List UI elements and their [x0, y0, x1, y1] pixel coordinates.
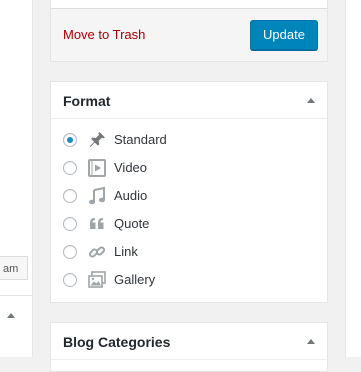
radio-standard[interactable]	[63, 133, 77, 147]
radio-quote[interactable]	[63, 217, 77, 231]
format-option-video[interactable]: Video	[51, 154, 327, 182]
format-options-list: Standard Video Audio Quote Link Gallery	[51, 126, 327, 294]
format-label-quote: Quote	[114, 216, 150, 231]
link-icon	[87, 242, 107, 262]
left-toggle-arrow-icon[interactable]	[7, 313, 15, 318]
publish-panel: Move to Trash Update	[50, 0, 328, 62]
left-column: am	[0, 0, 33, 357]
publish-panel-top	[51, 0, 327, 9]
update-button[interactable]: Update	[250, 20, 318, 50]
format-label-standard: Standard	[114, 132, 167, 147]
format-option-standard[interactable]: Standard	[51, 126, 327, 154]
left-fragment-button[interactable]: am	[0, 256, 28, 280]
format-panel: Format Standard Video Audio Quote Link G…	[50, 81, 328, 303]
format-label-gallery: Gallery	[114, 272, 156, 287]
move-to-trash-link[interactable]: Move to Trash	[63, 27, 145, 43]
radio-link[interactable]	[63, 245, 77, 259]
collapse-arrow-icon[interactable]	[307, 98, 315, 103]
format-option-gallery[interactable]: Gallery	[51, 266, 327, 294]
video-icon	[87, 158, 107, 178]
format-panel-header[interactable]: Format	[51, 82, 327, 119]
left-divider	[0, 295, 32, 296]
quote-icon	[87, 214, 107, 234]
format-option-link[interactable]: Link	[51, 238, 327, 266]
radio-audio[interactable]	[63, 189, 77, 203]
collapse-arrow-icon[interactable]	[307, 339, 315, 344]
format-label-video: Video	[114, 160, 148, 175]
radio-video[interactable]	[63, 161, 77, 175]
format-panel-title: Format	[63, 93, 111, 109]
format-option-audio[interactable]: Audio	[51, 182, 327, 210]
audio-icon	[87, 186, 107, 206]
format-label-link: Link	[114, 244, 138, 259]
blog-categories-panel: Blog Categories	[50, 322, 328, 372]
pin-icon	[87, 130, 107, 150]
right-edge-column	[345, 0, 361, 357]
radio-gallery[interactable]	[63, 273, 77, 287]
format-option-quote[interactable]: Quote	[51, 210, 327, 238]
blog-categories-title: Blog Categories	[63, 334, 171, 350]
gallery-icon	[87, 270, 107, 290]
blog-categories-header[interactable]: Blog Categories	[51, 323, 327, 360]
format-label-audio: Audio	[114, 188, 148, 203]
